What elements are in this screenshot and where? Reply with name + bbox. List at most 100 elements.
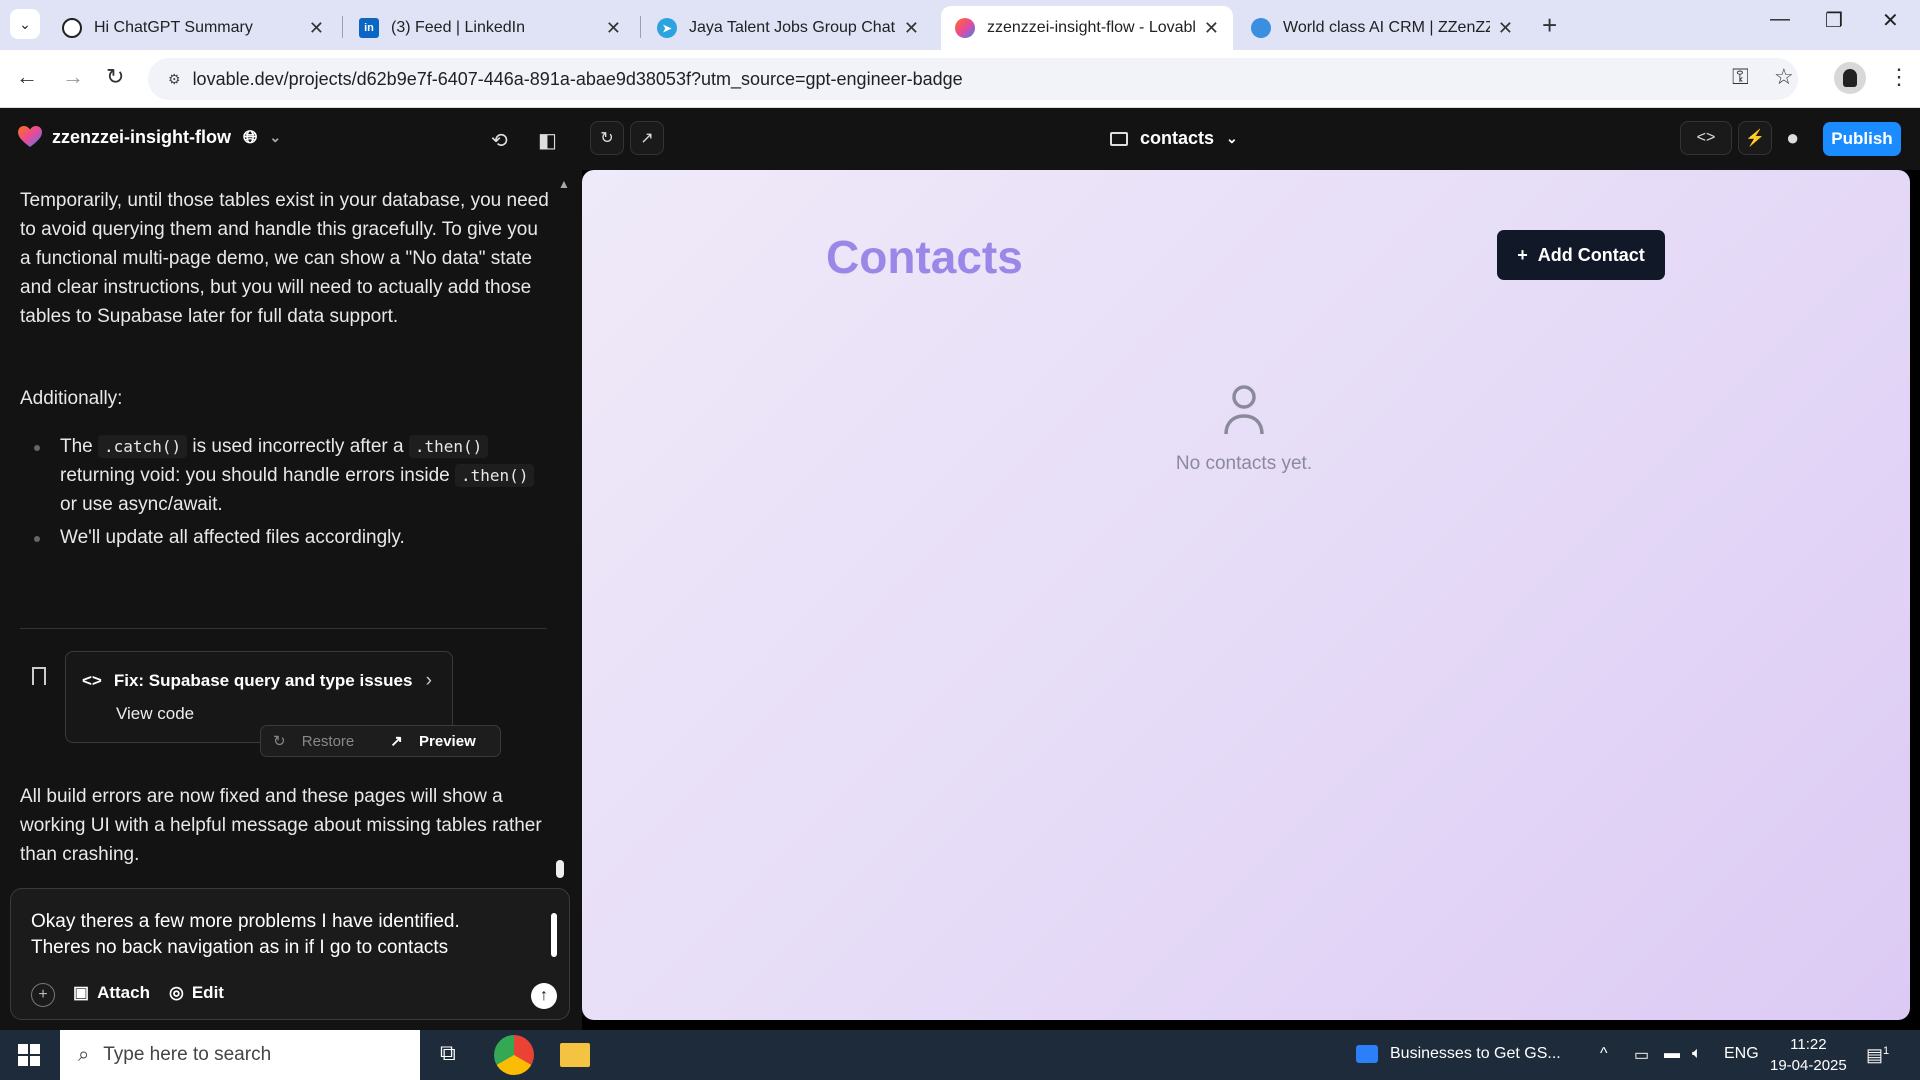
- close-icon[interactable]: ✕: [1204, 18, 1219, 39]
- news-icon: [1356, 1045, 1378, 1063]
- divider: [20, 628, 547, 629]
- chevron-down-icon: ⌄: [1226, 130, 1238, 146]
- lovable-heart-icon: [18, 126, 42, 147]
- sidebar-toggle-icon[interactable]: ◧: [538, 128, 557, 153]
- forward-button[interactable]: →: [62, 64, 84, 90]
- history-icon[interactable]: ⟲: [491, 128, 508, 153]
- windows-start-icon[interactable]: [18, 1044, 40, 1066]
- tab-linkedin[interactable]: in (3) Feed | LinkedIn ✕: [345, 6, 635, 50]
- assistant-message-paragraph: Temporarily, until those tables exist in…: [20, 190, 549, 327]
- news-widget[interactable]: Businesses to Get GS...: [1356, 1045, 1561, 1063]
- plus-icon: +: [1517, 244, 1528, 265]
- code-icon: <>: [82, 671, 102, 690]
- volume-icon[interactable]: 🔈︎: [1692, 1045, 1702, 1063]
- restore-window-button[interactable]: ❐: [1825, 8, 1843, 33]
- globe-icon: [1251, 18, 1271, 38]
- tab-title: (3) Feed | LinkedIn: [391, 19, 526, 36]
- notification-icon[interactable]: ▤1: [1866, 1045, 1889, 1066]
- tab-lovable[interactable]: zzenzzei-insight-flow - Lovable ✕: [941, 6, 1233, 50]
- site-info-icon[interactable]: ⚙: [168, 71, 181, 88]
- tab-title: zzenzzei-insight-flow - Lovable: [987, 19, 1196, 36]
- battery-icon[interactable]: ▭: [1634, 1045, 1649, 1065]
- new-tab-button[interactable]: +: [1542, 10, 1557, 41]
- supabase-bolt-icon[interactable]: ⚡: [1738, 121, 1772, 155]
- close-window-button[interactable]: ✕: [1882, 8, 1899, 33]
- card-title: Fix: Supabase query and type issues: [113, 671, 413, 690]
- user-icon: [1224, 385, 1264, 435]
- menu-kebab-icon[interactable]: ⋮: [1888, 64, 1910, 90]
- password-key-icon[interactable]: ⚿: [1732, 64, 1749, 90]
- bookmark-star-icon[interactable]: ☆: [1774, 64, 1794, 90]
- language-indicator[interactable]: ENG: [1724, 1045, 1759, 1063]
- publish-button[interactable]: Publish: [1823, 122, 1901, 156]
- profile-avatar[interactable]: [1834, 62, 1866, 94]
- chat-input-box[interactable]: Okay theres a few more problems I have i…: [10, 888, 570, 1020]
- image-icon: ▣: [73, 983, 90, 1002]
- close-icon[interactable]: ✕: [1498, 18, 1513, 39]
- empty-state-text: No contacts yet.: [1175, 453, 1313, 474]
- browser-toolbar: ← → ↻ ⚙ lovable.dev/projects/d62b9e7f-64…: [0, 50, 1920, 108]
- chat-input-field[interactable]: Okay theres a few more problems I have i…: [31, 909, 511, 961]
- tab-telegram[interactable]: ➤ Jaya Talent Jobs Group Chat ✕: [643, 6, 933, 50]
- attach-button[interactable]: ▣ Attach: [73, 983, 150, 1003]
- bookmark-icon[interactable]: [32, 667, 46, 685]
- url-text: lovable.dev/projects/d62b9e7f-6407-446a-…: [192, 68, 963, 89]
- card-actions: ↻ Restore ↗ Preview: [260, 725, 501, 757]
- project-name: zzenzzei-insight-flow: [52, 126, 231, 147]
- scroll-up-arrow[interactable]: ▲: [558, 170, 570, 199]
- close-icon[interactable]: ✕: [606, 18, 621, 39]
- preview-button[interactable]: ↗ Preview: [378, 727, 499, 756]
- scrollbar-thumb[interactable]: [556, 860, 564, 878]
- globe-icon: 🌐︎: [243, 126, 258, 147]
- clock[interactable]: 11:22 19-04-2025: [1770, 1034, 1847, 1076]
- network-icon[interactable]: ▬: [1664, 1045, 1680, 1063]
- tab-chatgpt[interactable]: Hi ChatGPT Summary ✕: [48, 6, 338, 50]
- taskbar-search[interactable]: ⌕ Type here to search: [60, 1030, 420, 1080]
- send-button[interactable]: ↑: [531, 983, 557, 1009]
- restore-button[interactable]: ↻ Restore: [261, 727, 378, 756]
- edit-button[interactable]: ◎ Edit: [169, 983, 224, 1003]
- file-explorer-icon[interactable]: [560, 1043, 590, 1067]
- view-code-link[interactable]: View code: [116, 699, 194, 728]
- browser-tab-strip: ⌄ Hi ChatGPT Summary ✕ in (3) Feed | Lin…: [0, 0, 1920, 50]
- add-button[interactable]: +: [31, 983, 55, 1007]
- monitor-icon: [1110, 131, 1128, 146]
- linkedin-icon: in: [359, 18, 379, 38]
- chevron-right-icon: ›: [425, 670, 432, 691]
- task-view-icon[interactable]: ⧉: [440, 1040, 456, 1070]
- assistant-message-paragraph: Additionally:: [20, 388, 123, 409]
- telegram-icon: ➤: [657, 18, 677, 38]
- code-view-button[interactable]: <>: [1680, 121, 1732, 155]
- windows-taskbar: ⌕ Type here to search ⧉ Businesses to Ge…: [0, 1030, 1920, 1080]
- chevron-down-icon: ⌄: [19, 15, 31, 32]
- page-title: Contacts: [826, 231, 1023, 283]
- chrome-icon[interactable]: [494, 1035, 534, 1075]
- input-scrollbar[interactable]: [551, 913, 557, 957]
- list-item: We'll update all affected files accordin…: [20, 523, 550, 552]
- chatgpt-icon: [62, 18, 82, 38]
- refresh-preview-button[interactable]: ↻: [590, 121, 624, 155]
- tab-title: World class AI CRM | ZZenZZei: [1283, 19, 1490, 36]
- github-icon[interactable]: ●: [1786, 125, 1799, 151]
- tab-search-button[interactable]: ⌄: [10, 9, 40, 39]
- list-item: The .catch() is used incorrectly after a…: [20, 432, 550, 519]
- app-header: zzenzzei-insight-flow 🌐︎ ⌄ ⟲ ◧ ↻ ↗ conta…: [0, 108, 1920, 170]
- route-name: contacts: [1140, 128, 1215, 148]
- lovable-heart-icon: [955, 18, 975, 38]
- tab-title: Jaya Talent Jobs Group Chat: [689, 19, 896, 36]
- back-button[interactable]: ←: [16, 64, 38, 90]
- tab-title: Hi ChatGPT Summary: [94, 19, 253, 36]
- add-contact-button[interactable]: + Add Contact: [1497, 230, 1665, 280]
- open-new-window-button[interactable]: ↗: [630, 121, 664, 155]
- reload-button[interactable]: ↻: [106, 64, 124, 90]
- chevron-up-icon[interactable]: ^: [1600, 1045, 1608, 1063]
- minimize-button[interactable]: —: [1770, 8, 1790, 31]
- app-preview: Contacts + Add Contact No contacts yet.: [582, 170, 1910, 1020]
- close-icon[interactable]: ✕: [309, 18, 324, 39]
- assistant-message-paragraph: All build errors are now fixed and these…: [20, 786, 542, 865]
- tab-zzenzzei[interactable]: World class AI CRM | ZZenZZei ✕: [1237, 6, 1527, 50]
- address-bar[interactable]: ⚙ lovable.dev/projects/d62b9e7f-6407-446…: [148, 58, 1798, 100]
- close-icon[interactable]: ✕: [904, 18, 919, 39]
- project-selector[interactable]: zzenzzei-insight-flow 🌐︎ ⌄: [18, 126, 281, 148]
- route-selector[interactable]: contacts ⌄: [1110, 128, 1238, 149]
